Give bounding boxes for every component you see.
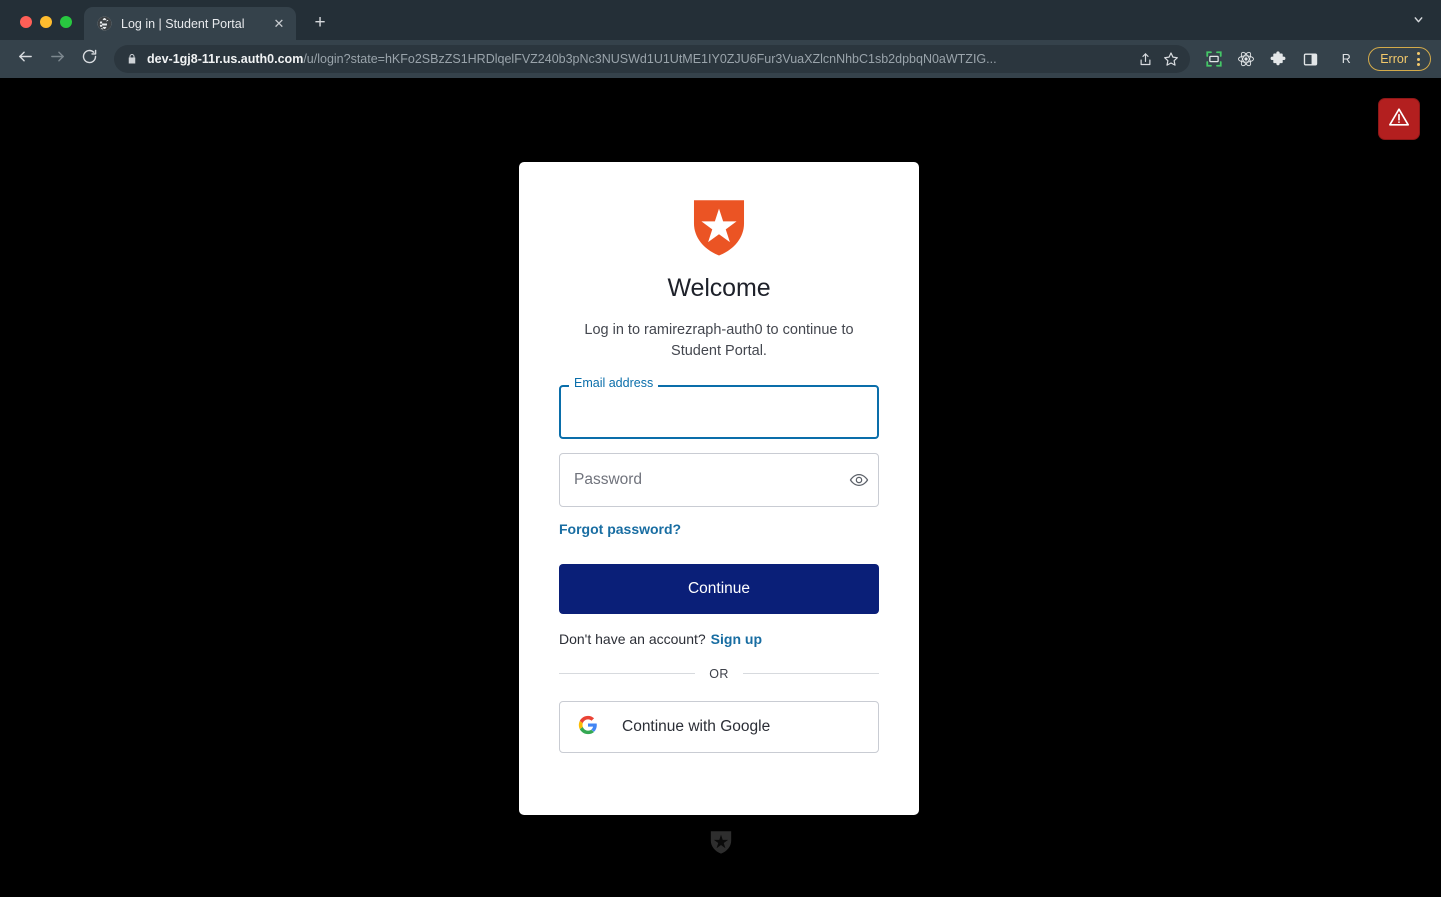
login-card: Welcome Log in to ramirezraph-auth0 to c… xyxy=(519,162,919,815)
password-field-wrapper xyxy=(559,452,879,507)
close-tab-button[interactable]: ✕ xyxy=(270,15,288,33)
tab-strip: Log in | Student Portal ✕ + xyxy=(0,0,1441,40)
globe-icon xyxy=(96,16,112,32)
browser-toolbar: dev-1gj8-11r.us.auth0.com/u/login?state=… xyxy=(0,40,1441,78)
tab-search-button[interactable] xyxy=(1403,8,1433,36)
tab-title: Log in | Student Portal xyxy=(121,16,245,31)
email-field-wrapper: Email address xyxy=(559,377,879,439)
minimize-window-button[interactable] xyxy=(40,16,52,28)
url-host: dev-1gj8-11r.us.auth0.com xyxy=(147,52,304,66)
forgot-password-link[interactable]: Forgot password? xyxy=(559,521,681,537)
kebab-menu-icon[interactable] xyxy=(1410,50,1426,68)
email-input[interactable] xyxy=(559,384,879,439)
error-badge-label: Error xyxy=(1380,52,1408,66)
divider-row: OR xyxy=(559,667,879,681)
google-g-icon xyxy=(578,715,598,738)
forward-button[interactable] xyxy=(42,44,72,74)
window-controls xyxy=(0,16,84,40)
back-button[interactable] xyxy=(10,44,40,74)
side-panel-icon[interactable] xyxy=(1296,45,1324,73)
email-field-label: Email address xyxy=(569,377,659,390)
browser-tab[interactable]: Log in | Student Portal ✕ xyxy=(84,7,296,40)
arrow-right-icon xyxy=(49,48,66,70)
reload-button[interactable] xyxy=(74,44,104,74)
footer-auth0-logo xyxy=(0,830,1441,860)
url-text: dev-1gj8-11r.us.auth0.com/u/login?state=… xyxy=(147,52,1132,66)
address-bar[interactable]: dev-1gj8-11r.us.auth0.com/u/login?state=… xyxy=(114,45,1191,73)
react-devtools-icon[interactable] xyxy=(1232,45,1260,73)
login-subtitle: Log in to ramirezraph-auth0 to continue … xyxy=(584,322,854,360)
star-icon[interactable] xyxy=(1158,46,1184,72)
signup-row: Don't have an account? Sign up xyxy=(559,631,879,647)
divider-label: OR xyxy=(709,666,729,681)
auth0-logo xyxy=(559,198,879,258)
extensions-icon[interactable] xyxy=(1264,45,1292,73)
warning-triangle-icon xyxy=(1388,106,1410,133)
google-button-label: Continue with Google xyxy=(622,717,771,735)
new-tab-button[interactable]: + xyxy=(306,9,334,37)
arrow-left-icon xyxy=(17,48,34,70)
maximize-window-button[interactable] xyxy=(60,16,72,28)
auth0-shield-icon xyxy=(710,830,732,860)
browser-window: Log in | Student Portal ✕ + dev-1gj8-11r… xyxy=(0,0,1441,897)
continue-with-google-button[interactable]: Continue with Google xyxy=(559,700,879,753)
reload-icon xyxy=(81,48,98,70)
continue-button[interactable]: Continue xyxy=(559,563,879,614)
profile-avatar[interactable]: R xyxy=(1332,45,1360,73)
page-content: Welcome Log in to ramirezraph-auth0 to c… xyxy=(0,78,1441,897)
screenshot-capture-icon[interactable] xyxy=(1200,45,1228,73)
chevron-down-icon xyxy=(1412,13,1425,31)
signup-prompt: Don't have an account? xyxy=(559,630,706,647)
page-title: Welcome xyxy=(667,274,771,302)
close-window-button[interactable] xyxy=(20,16,32,28)
divider-line-right xyxy=(742,673,879,675)
url-path: /u/login?state=hKFo2SBzZS1HRDlqelFVZ240b… xyxy=(303,52,997,66)
error-badge[interactable]: Error xyxy=(1368,47,1431,71)
signup-link[interactable]: Sign up xyxy=(711,631,762,647)
warning-badge[interactable] xyxy=(1378,98,1420,140)
eye-icon[interactable] xyxy=(840,454,878,506)
share-icon[interactable] xyxy=(1132,46,1158,72)
lock-icon xyxy=(126,53,138,65)
divider-line-left xyxy=(559,673,696,675)
password-input[interactable] xyxy=(560,453,840,506)
